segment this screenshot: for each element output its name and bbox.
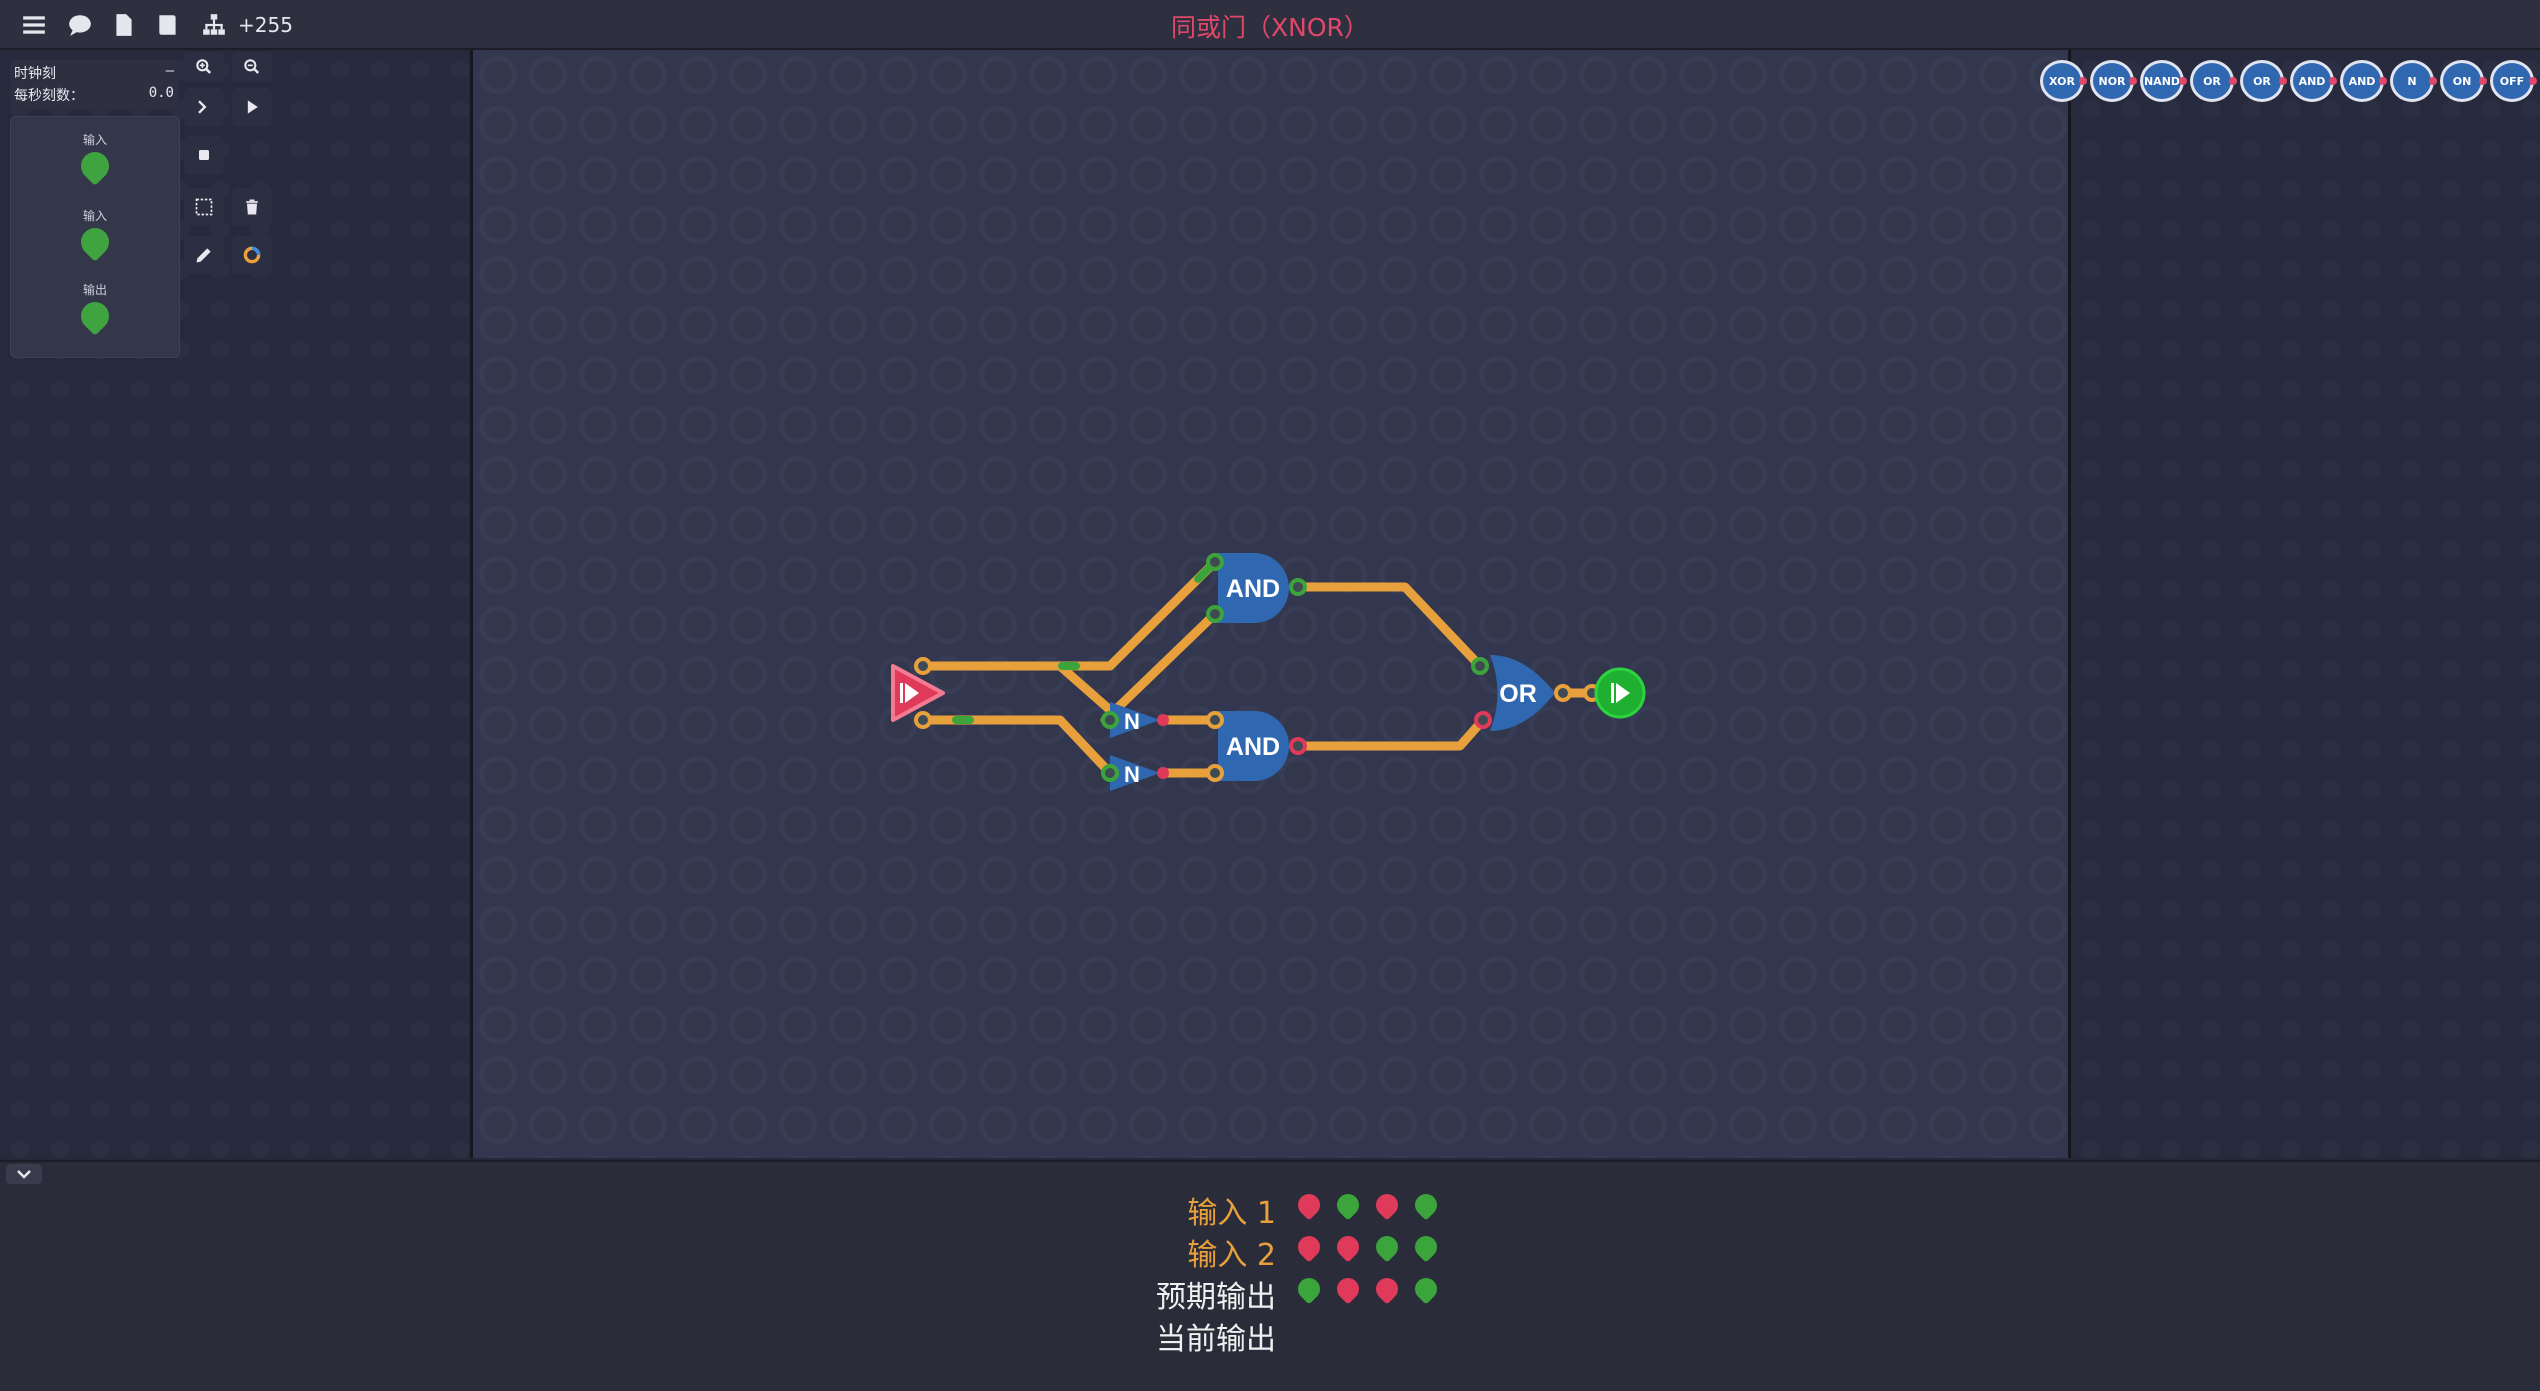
row-label: 当前输出	[1156, 1322, 1276, 1357]
not-gate-top: N	[1101, 702, 1169, 738]
truth-value-green	[1410, 1189, 1442, 1221]
truth-row-input-2: 输入 2	[0, 1230, 2540, 1273]
and-gate-bottom: AND	[1206, 711, 1307, 782]
or-gate: OR	[1471, 655, 1572, 731]
truth-value-green	[1332, 1189, 1364, 1221]
gate-label: N	[1124, 709, 1140, 734]
signal-mark	[1058, 662, 1080, 670]
truth-value-red	[1371, 1189, 1403, 1221]
row-label: 预期输出	[1156, 1280, 1276, 1315]
output-node-icon	[1583, 667, 1646, 719]
row-label: 输入 2	[1187, 1238, 1276, 1273]
row-label: 输入 1	[1187, 1196, 1276, 1231]
not-gate-bottom: N	[1101, 755, 1169, 791]
wire	[1100, 609, 1220, 725]
truth-value-green	[1293, 1273, 1325, 1305]
signal-mark	[952, 716, 974, 724]
gate-label: N	[1124, 762, 1140, 787]
and-gate-top: AND	[1206, 553, 1307, 623]
chevron-down-icon	[17, 1170, 31, 1179]
wire	[1293, 582, 1485, 671]
truth-value-green	[1410, 1273, 1442, 1305]
truth-value-red	[1293, 1231, 1325, 1263]
collapse-button[interactable]	[6, 1164, 42, 1184]
wire	[918, 715, 1115, 778]
truth-value-green	[1410, 1231, 1442, 1263]
wire	[1293, 715, 1488, 751]
truth-row-current: 当前输出	[0, 1314, 2540, 1357]
gate-label: AND	[1226, 733, 1280, 761]
gate-label: AND	[1226, 575, 1280, 603]
truth-value-red	[1293, 1189, 1325, 1221]
truth-row-input-1: 输入 1	[0, 1188, 2540, 1231]
truth-row-expected: 预期输出	[0, 1272, 2540, 1315]
truth-value-red	[1332, 1231, 1364, 1263]
truth-value-red	[1332, 1273, 1364, 1305]
gate-label: OR	[1499, 680, 1537, 708]
truth-value-green	[1371, 1231, 1403, 1263]
truth-value-red	[1371, 1273, 1403, 1305]
